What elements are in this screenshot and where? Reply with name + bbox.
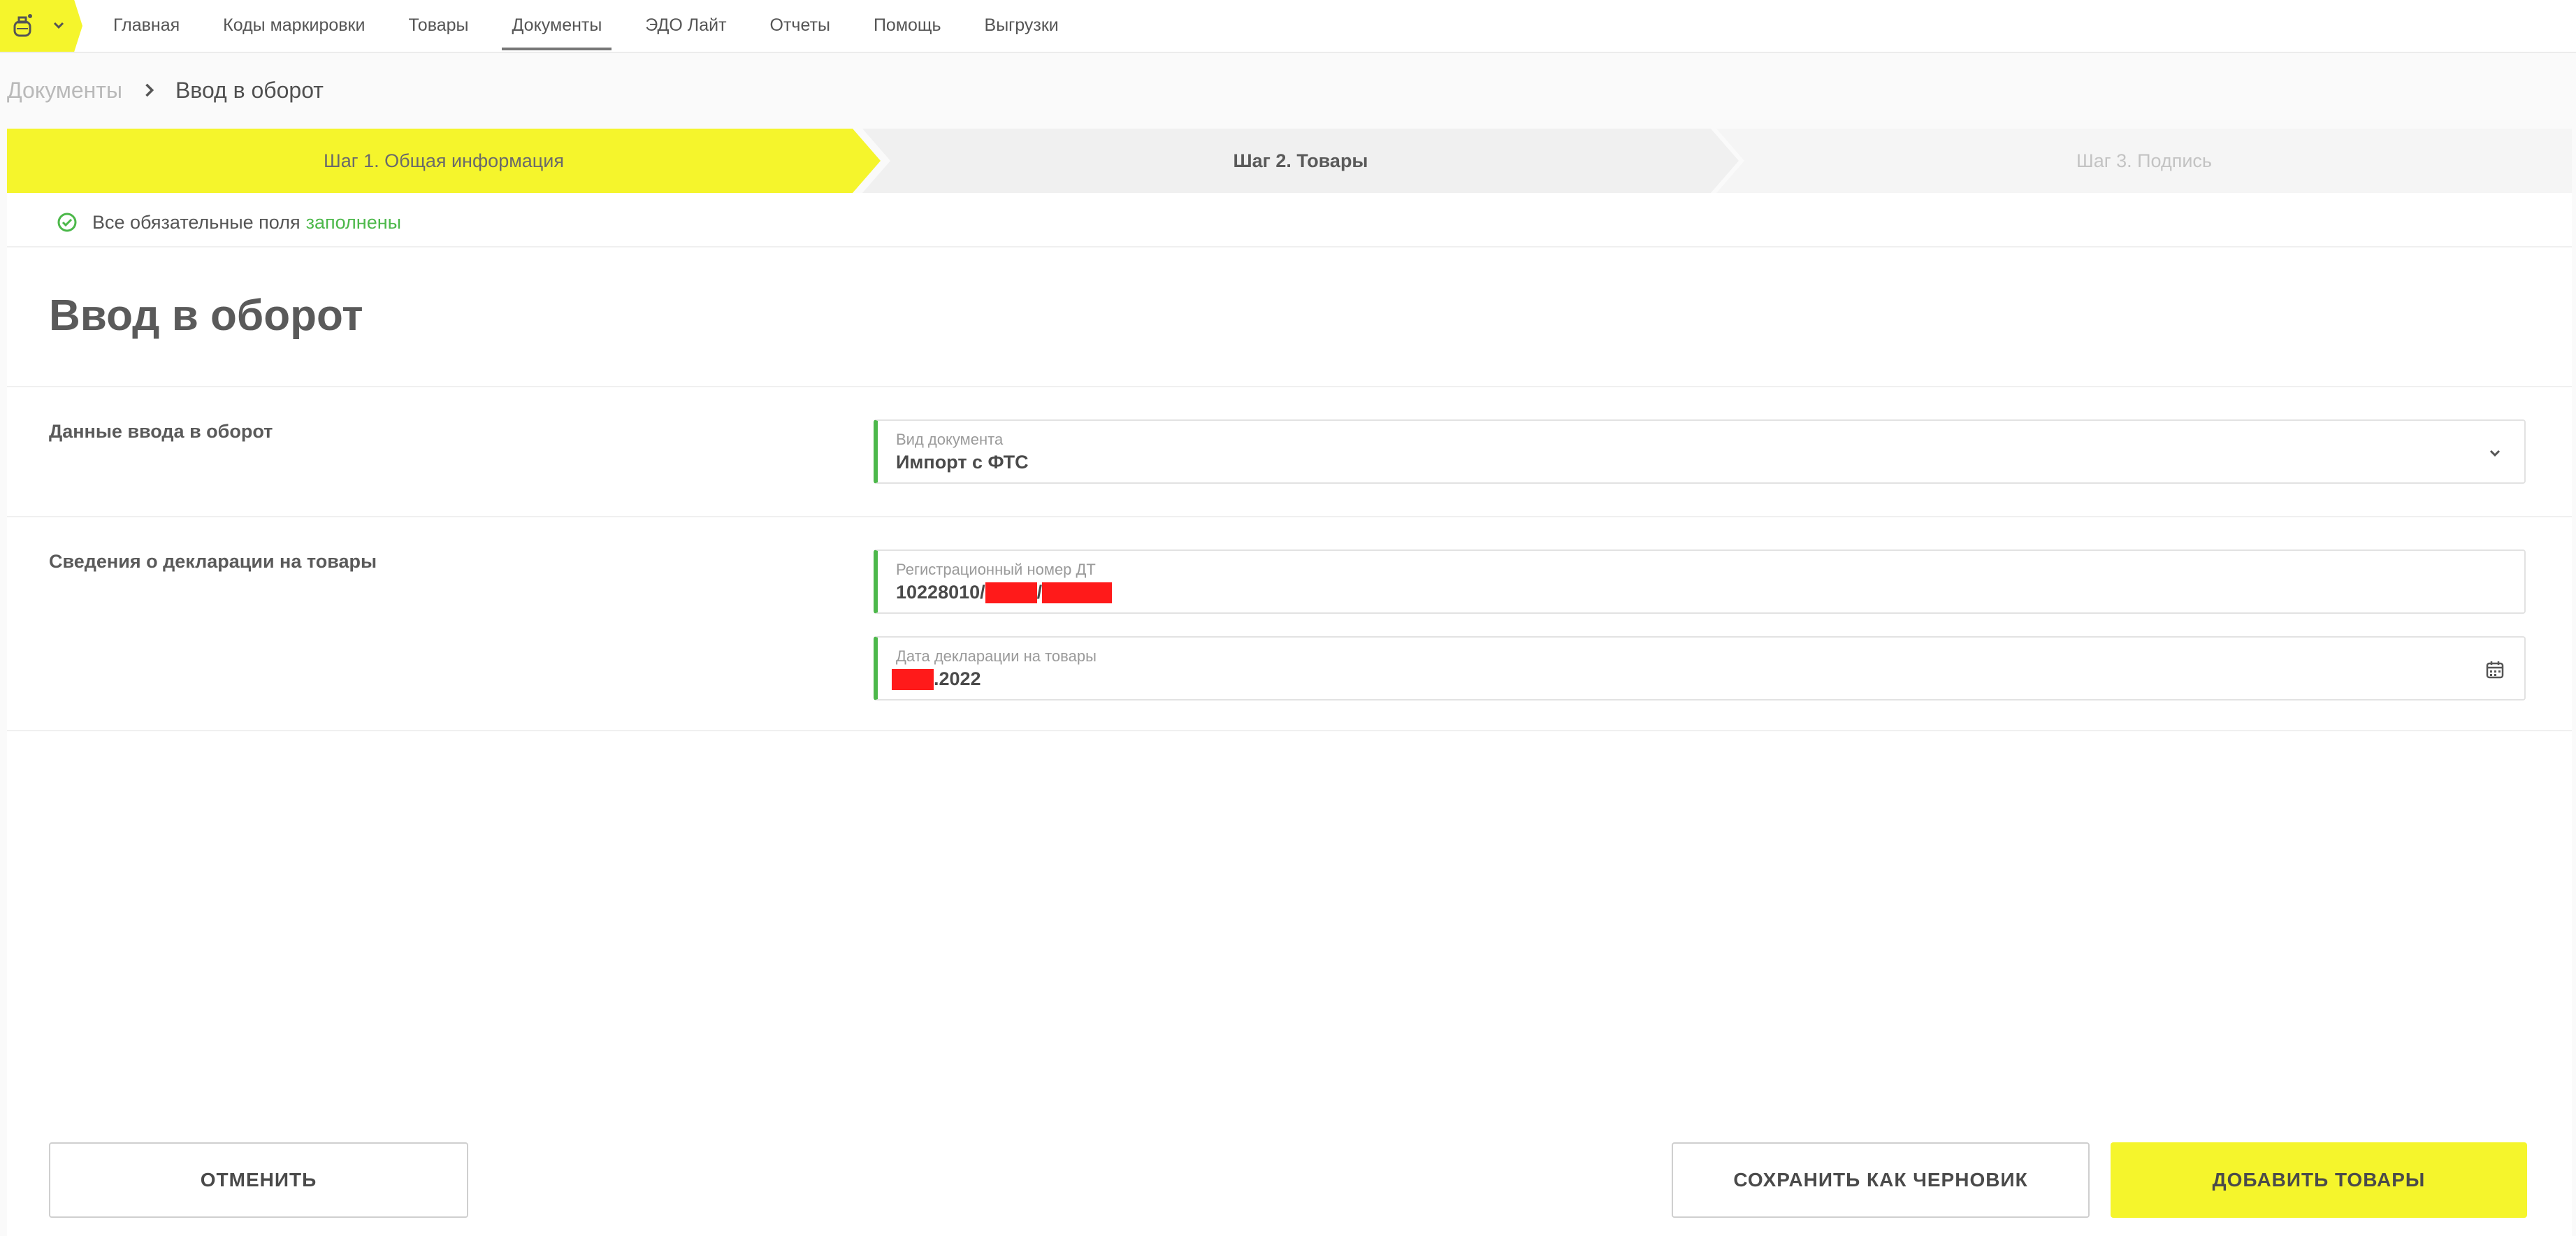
top-navigation-bar: Главная Коды маркировки Товары Документы… [0,0,2576,53]
divider [7,516,2572,517]
nav-item-exports[interactable]: Выгрузки [985,0,1059,50]
reg-number-value: 10228010/ / [896,582,1113,603]
step-goods[interactable]: Шаг 2. Товары [862,129,1739,193]
add-goods-button[interactable]: ДОБАВИТЬ ТОВАРЫ [2111,1142,2527,1218]
document-form-card: Все обязательные поля заполнены Ввод в о… [7,193,2572,1236]
reg-number-label: Регистрационный номер ДТ [896,561,1096,578]
reg-number-field[interactable]: Регистрационный номер ДТ 10228010/ / [874,549,2526,614]
nav-item-documents[interactable]: Документы [502,0,612,50]
divider [7,730,2572,731]
step-general-info[interactable]: Шаг 1. Общая информация [7,129,881,193]
wizard-stepper: Шаг 1. Общая информация Шаг 2. Товары Ша… [7,129,2572,193]
section-label-declaration: Сведения о декларации на товары [49,551,377,572]
declaration-date-field[interactable]: Дата декларации на товары .2022 [874,636,2526,700]
declaration-date-suffix: .2022 [934,668,981,689]
breadcrumb-current: Ввод в оборот [175,77,324,103]
status-text: Все обязательные поля [92,211,301,233]
calendar-icon[interactable] [2484,659,2506,681]
reg-number-prefix: 10228010/ [896,582,985,603]
redaction-mark [985,582,1037,603]
divider [7,386,2572,387]
reg-number-separator: / [1036,582,1043,603]
declaration-date-value: .2022 [892,668,981,690]
step-signature: Шаг 3. Подпись [1716,129,2572,193]
chevron-down-icon[interactable] [2484,442,2506,464]
logo-menu-button[interactable] [0,0,82,52]
doc-type-value: Импорт с ФТС [896,452,1029,473]
save-draft-button[interactable]: СОХРАНИТЬ КАК ЧЕРНОВИК [1672,1142,2090,1218]
cancel-button[interactable]: ОТМЕНИТЬ [49,1142,468,1218]
breadcrumb: Документы Ввод в оборот [7,73,324,108]
nav-item-goods[interactable]: Товары [408,0,468,50]
doc-type-select[interactable]: Вид документа Импорт с ФТС [874,419,2526,484]
divider [7,246,2572,247]
declaration-date-label: Дата декларации на товары [896,647,1097,665]
check-circle-icon [57,213,77,232]
redaction-mark [1042,582,1113,603]
status-highlight: заполнены [305,211,402,233]
nav-item-home[interactable]: Главная [113,0,180,50]
breadcrumb-link-documents[interactable]: Документы [7,78,122,103]
nav-item-help[interactable]: Помощь [874,0,941,50]
chevron-right-icon [145,83,154,97]
nav-item-reports[interactable]: Отчеты [770,0,830,50]
section-label-entry-data: Данные ввода в оборот [49,421,273,442]
doc-type-label: Вид документа [896,431,1004,448]
redaction-mark [892,668,934,690]
nav-item-edo-lite[interactable]: ЭДО Лайт [645,0,726,50]
main-nav: Главная Коды маркировки Товары Документы… [113,0,1102,52]
perfume-bottle-logo-icon [13,14,32,37]
chevron-down-icon [53,22,64,29]
validation-status: Все обязательные поля заполнены [56,208,401,236]
nav-item-marking-codes[interactable]: Коды маркировки [223,0,365,50]
page-title: Ввод в оборот [49,292,363,340]
